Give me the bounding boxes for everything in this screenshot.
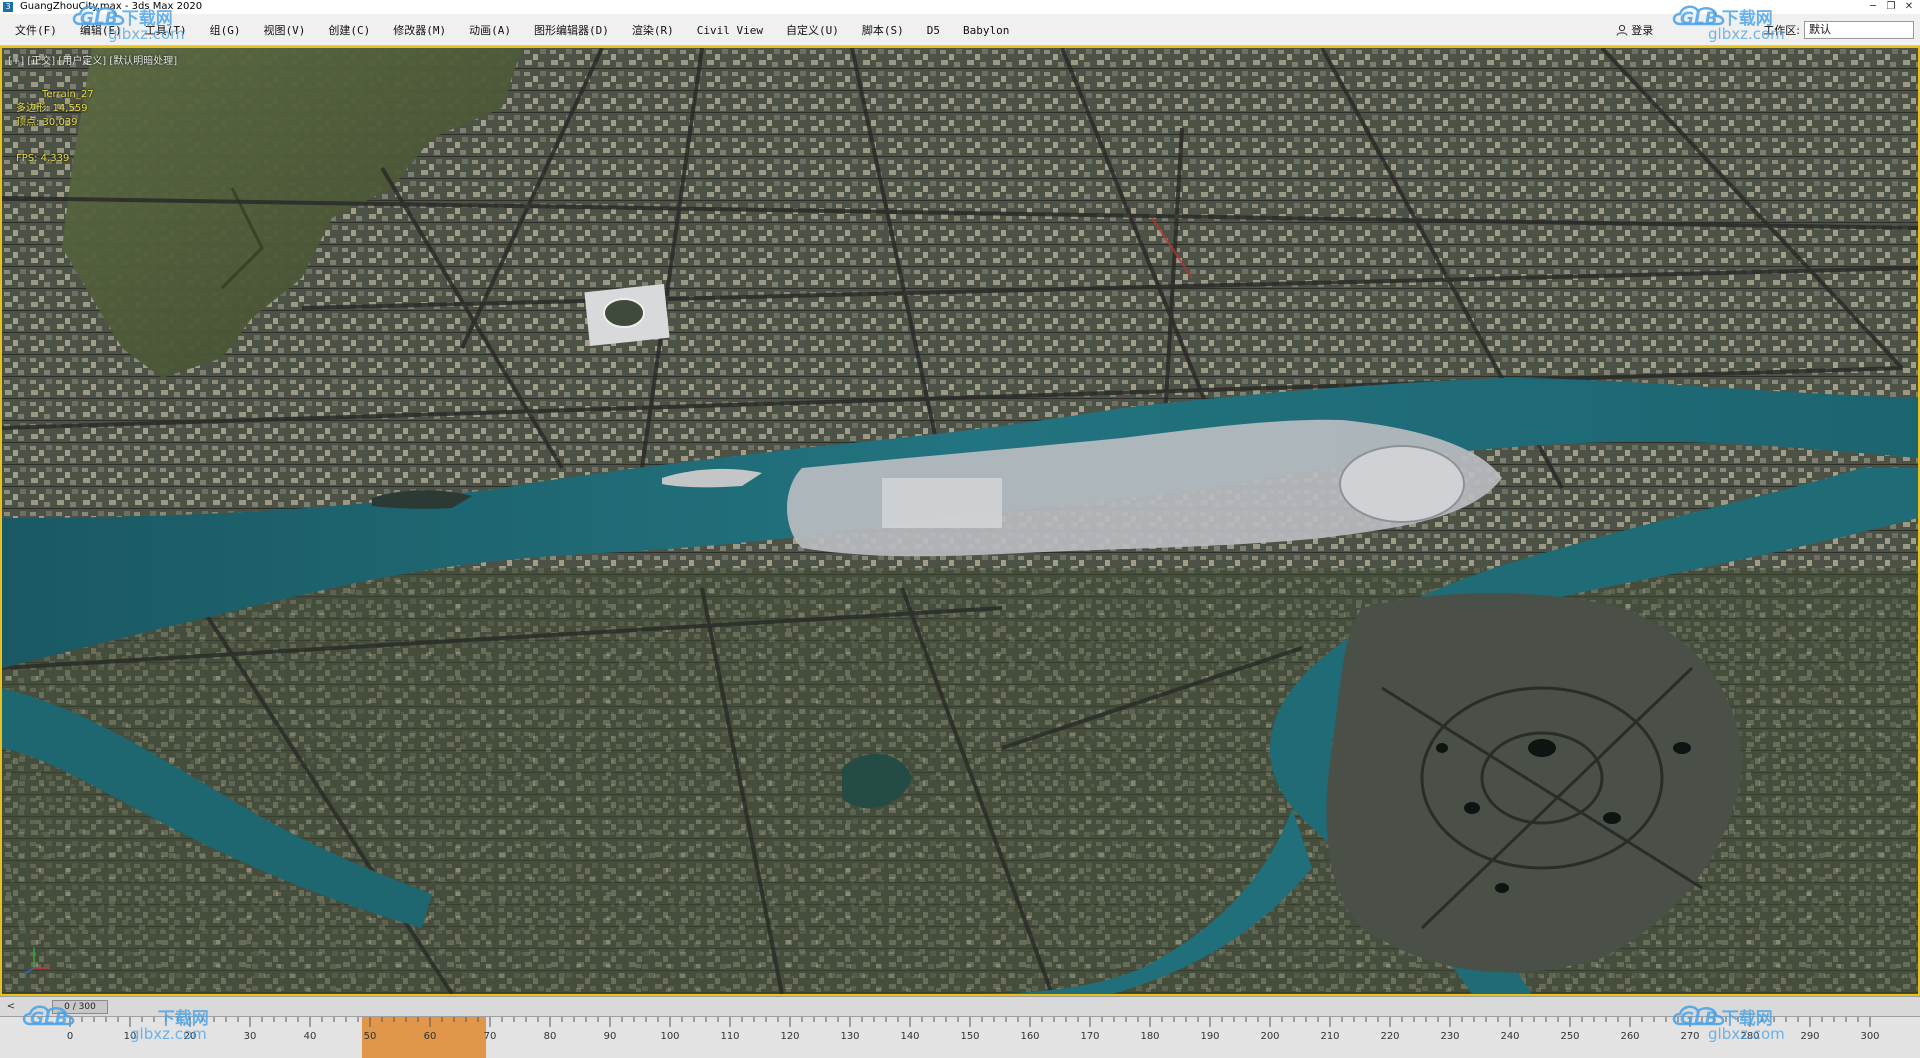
cloud-logo-icon	[22, 1005, 75, 1026]
track-tick-label: 120	[780, 1031, 799, 1042]
menu-bar: 文件(F) 编辑(E) 工具(T) 组(G) 视图(V) 创建(C) 修改器(M…	[0, 14, 1920, 46]
track-tick-label: 90	[604, 1031, 617, 1042]
track-tick-label: 80	[544, 1031, 557, 1042]
login-label: 登录	[1631, 24, 1654, 37]
watermark-top-left: GLB 下载网 glbxz.com	[72, 4, 185, 43]
stats-object-name: Terrain_27	[42, 89, 94, 100]
track-tick-label: 100	[660, 1031, 679, 1042]
track-tick-label: 300	[1860, 1031, 1879, 1042]
track-tick-label: 220	[1380, 1031, 1399, 1042]
watermark-top-right: GLB 下载网 glbxz.com	[1672, 4, 1785, 43]
title-bar: 3 GuangZhouCity.max - 3ds Max 2020 ─ ❐ ✕	[0, 0, 1920, 14]
track-tick-label: 130	[840, 1031, 859, 1042]
cloud-logo-icon	[1672, 1005, 1725, 1026]
menu-civil-view[interactable]: Civil View	[688, 24, 777, 37]
track-tick-label: 210	[1320, 1031, 1339, 1042]
watermark-bottom-left: GLB 下载网 glbxz.com	[22, 1004, 209, 1043]
watermark-url: glbxz.com	[130, 1025, 207, 1043]
previous-frame-icon[interactable]: <	[4, 1000, 18, 1014]
viewport-label[interactable]: [+] [正交] [用户定义] [默认明暗处理]	[8, 52, 177, 67]
track-tick-label: 160	[1020, 1031, 1039, 1042]
login-button[interactable]: 登录	[1616, 22, 1653, 38]
stats-vertices: 顶点: 30,039	[16, 117, 78, 128]
track-tick-label: 40	[304, 1031, 317, 1042]
menu-file[interactable]: 文件(F)	[6, 22, 71, 38]
track-tick-label: 50	[364, 1031, 377, 1042]
3dsmax-app-icon[interactable]: 3	[3, 2, 13, 12]
track-tick-label: 230	[1440, 1031, 1459, 1042]
track-tick-label: 200	[1260, 1031, 1279, 1042]
watermark-bottom-right: GLB 下载网 glbxz.com	[1672, 1004, 1785, 1043]
cloud-logo-icon	[1672, 5, 1725, 26]
stats-fps: FPS: 4.339	[16, 153, 70, 164]
track-tick-label: 260	[1620, 1031, 1639, 1042]
track-tick-label: 110	[720, 1031, 739, 1042]
menu-modifiers[interactable]: 修改器(M)	[384, 22, 460, 38]
track-tick-label: 70	[484, 1031, 497, 1042]
track-bar-ticks: 0 10 20 30 40 50 60 70 80 90 100 110 120 130 140 150 160…	[67, 1017, 1880, 1042]
menu-scripting[interactable]: 脚本(S)	[853, 22, 918, 38]
menu-d5[interactable]: D5	[918, 24, 954, 37]
menu-customize[interactable]: 自定义(U)	[777, 22, 853, 38]
stats-polygons: 多边形: 14,559	[16, 103, 88, 114]
track-tick-label: 150	[960, 1031, 979, 1042]
menu-create[interactable]: 创建(C)	[319, 22, 384, 38]
track-bar-ruler[interactable]: 0 10 20 30 40 50 60 70 80 90 100 110 120 130 140 150 160…	[0, 1017, 1920, 1058]
city-terrain-scene[interactable]	[2, 48, 1918, 994]
track-tick-label: 140	[900, 1031, 919, 1042]
track-tick-label: 30	[244, 1031, 257, 1042]
track-tick-label: 240	[1500, 1031, 1519, 1042]
menu-graph-editors[interactable]: 图形编辑器(D)	[525, 22, 623, 38]
axis-gizmo-icon	[23, 948, 50, 975]
app-window: 3 GuangZhouCity.max - 3ds Max 2020 ─ ❐ ✕…	[0, 0, 1920, 1058]
track-tick-label: 170	[1080, 1031, 1099, 1042]
menu-animation[interactable]: 动画(A)	[460, 22, 525, 38]
track-tick-label: 190	[1200, 1031, 1219, 1042]
track-tick-label: 60	[424, 1031, 437, 1042]
minimize-icon[interactable]: ─	[1864, 0, 1882, 14]
user-icon	[1616, 24, 1628, 36]
track-tick-label: 180	[1140, 1031, 1159, 1042]
time-slider[interactable]: < 0 / 300	[0, 996, 1920, 1016]
menu-babylon[interactable]: Babylon	[954, 24, 1023, 37]
perspective-viewport[interactable]: [+] [正交] [用户定义] [默认明暗处理] Terrain_27 多边形:…	[0, 46, 1920, 996]
track-bar[interactable]: 0 10 20 30 40 50 60 70 80 90 100 110 120 130 140 150 160…	[0, 1016, 1920, 1058]
menu-view[interactable]: 视图(V)	[255, 22, 320, 38]
menu-group[interactable]: 组(G)	[201, 22, 255, 38]
viewport-statistics: Terrain_27 多边形: 14,559 顶点: 30,039 FPS: 4…	[16, 88, 94, 166]
workspace-dropdown[interactable]: 默认	[1804, 21, 1914, 39]
track-tick-label: 250	[1560, 1031, 1579, 1042]
close-icon[interactable]: ✕	[1900, 0, 1918, 14]
cloud-logo-icon	[72, 5, 125, 26]
restore-icon[interactable]: ❐	[1882, 0, 1900, 14]
menu-rendering[interactable]: 渲染(R)	[623, 22, 688, 38]
track-tick-label: 290	[1800, 1031, 1819, 1042]
